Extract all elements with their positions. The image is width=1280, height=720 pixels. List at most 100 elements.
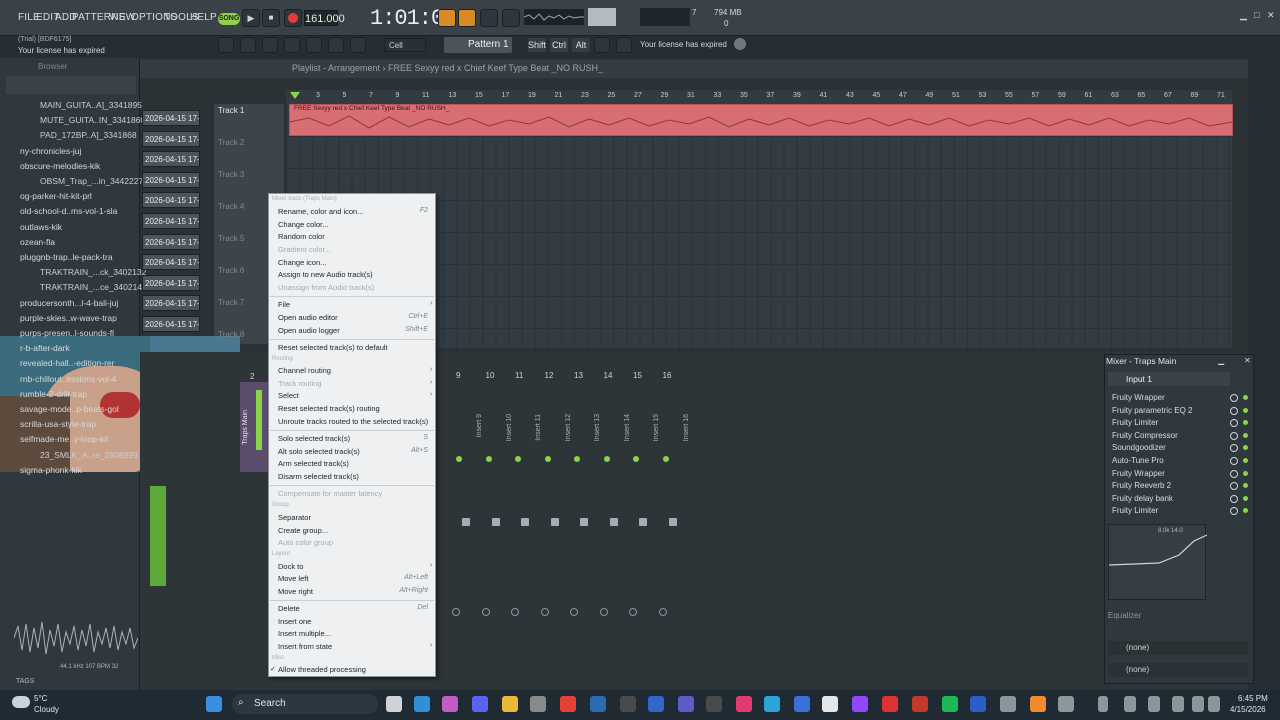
fx-slot[interactable]: Fruity Limiter	[1112, 418, 1158, 427]
master-volume-slider[interactable]	[588, 8, 616, 26]
tempo-tap-icon[interactable]	[594, 37, 610, 53]
recent-file-item[interactable]: 2026-04-15 17-	[142, 192, 200, 209]
task-view-icon[interactable]	[386, 696, 402, 712]
clock-date[interactable]: 4/15/2026	[1230, 705, 1266, 714]
song-mode-toggle[interactable]: SONG	[218, 13, 240, 25]
volume-fader[interactable]	[580, 518, 588, 526]
menu-allow-threaded[interactable]: Allow threaded processing	[278, 665, 366, 674]
menu-arm[interactable]: Arm selected track(s)	[278, 459, 349, 468]
mixer-insert-label[interactable]: Insert 10	[506, 414, 513, 441]
fx-mix-knob[interactable]	[1230, 431, 1238, 440]
tray-app2-icon[interactable]	[1148, 696, 1160, 712]
browser-folder-item[interactable]: ozean-fla	[20, 237, 138, 247]
ctrl-button[interactable]: Ctrl	[550, 38, 568, 52]
tray-app-icon[interactable]	[1124, 696, 1136, 712]
browser-folder-item[interactable]: savage-mode..p-beats-gol	[20, 404, 138, 414]
send-slot-2[interactable]: (none)	[1108, 663, 1248, 677]
menu-alt-solo[interactable]: Alt solo selected track(s)	[278, 447, 360, 456]
menu-insert-one[interactable]: Insert one	[278, 617, 311, 626]
fx-mix-knob[interactable]	[1230, 394, 1238, 402]
recent-file-item[interactable]: 2026-04-15 17-	[142, 274, 200, 291]
app8-icon[interactable]	[970, 696, 986, 712]
twitch-icon[interactable]	[852, 696, 868, 712]
fx-enable-led[interactable]	[1243, 395, 1248, 400]
browser-folder-item[interactable]: revealed-hall..-edition-rer	[20, 358, 138, 368]
recent-file-item[interactable]: 2026-04-15 17-	[142, 171, 200, 188]
play-icon[interactable]: ▶	[242, 9, 260, 27]
fx-slot[interactable]: Fruity parametric EQ 2	[1112, 406, 1192, 415]
menu-change-color[interactable]: Change color...	[278, 220, 328, 229]
recent-file-item[interactable]: 2026-04-15 17-	[142, 130, 200, 147]
track-label[interactable]: Track 8	[218, 330, 244, 339]
track-enable-led[interactable]	[574, 456, 580, 462]
browser-file-item[interactable]: TRAKTRAIN_...ce_3402144	[40, 282, 158, 292]
fx-enable-led[interactable]	[1243, 407, 1248, 413]
info-icon[interactable]	[734, 38, 746, 50]
menu-file[interactable]: File	[278, 300, 290, 309]
recent-file-item[interactable]: 2026-04-15 17-	[142, 151, 200, 168]
fx-minimize-icon[interactable]: ▁	[1218, 356, 1224, 365]
browser-folder-item[interactable]: obscure-melodies-kik	[20, 161, 138, 171]
send-slot-1[interactable]: (none)	[1108, 641, 1248, 655]
browser-folder-item[interactable]: outlaws-kik	[20, 222, 138, 232]
app3-icon[interactable]	[678, 696, 694, 712]
shift-button[interactable]: Shift	[528, 38, 546, 52]
clock-time[interactable]: 6:45 PM	[1238, 694, 1268, 703]
browser-file-item[interactable]: MAIN_GUITA..A]_3341895	[40, 100, 158, 110]
browser-folder-item[interactable]: purps-presen..l-sounds-fl	[20, 328, 138, 338]
explorer-icon[interactable]	[502, 696, 518, 712]
fx-slot[interactable]: Soundgoodizer	[1112, 443, 1166, 452]
fx-enable-led[interactable]	[1243, 470, 1248, 476]
browser-file-item[interactable]: PAD_172BP..A]_3341868	[40, 130, 158, 140]
fx-mix-knob[interactable]	[1230, 469, 1238, 478]
fl-studio-icon[interactable]	[1030, 696, 1046, 712]
recent-file-item[interactable]: 2026-04-15 17-	[142, 213, 200, 229]
fx-enable-led[interactable]	[1243, 495, 1248, 501]
menu-disarm[interactable]: Disarm selected track(s)	[278, 472, 359, 481]
menu-reset-default[interactable]: Reset selected track(s) to default	[278, 343, 388, 352]
pan-knob[interactable]	[511, 608, 519, 616]
menu-create-group[interactable]: Create group...	[278, 526, 328, 535]
menu-reset-routing[interactable]: Reset selected track(s) routing	[278, 404, 380, 413]
spotify-icon[interactable]	[942, 696, 958, 712]
fx-mix-knob[interactable]	[1230, 457, 1238, 465]
track-enable-led[interactable]	[456, 456, 462, 462]
mixer-insert-label[interactable]: Insert 14	[624, 414, 631, 441]
menu-open-audio-editor[interactable]: Open audio editor	[278, 313, 338, 322]
mic-icon[interactable]	[350, 37, 366, 53]
browser-folder-item[interactable]: r-b-after-dark	[20, 343, 138, 353]
track-label[interactable]: Track 7	[218, 298, 244, 307]
maximize-icon[interactable]: □	[1254, 10, 1259, 20]
track-enable-led[interactable]	[485, 456, 492, 462]
fx-mix-knob[interactable]	[1230, 494, 1238, 503]
pan-knob[interactable]	[629, 608, 637, 616]
menu-delete[interactable]: Delete	[278, 604, 300, 613]
menu-solo[interactable]: Solo selected track(s)	[278, 434, 350, 443]
track-label[interactable]: Track 2	[218, 138, 244, 147]
app9-icon[interactable]	[1000, 696, 1016, 712]
tempo-display[interactable]: 161.000	[304, 10, 345, 26]
tiktok-icon[interactable]	[736, 696, 752, 712]
volume-fader[interactable]	[639, 518, 647, 526]
telegram-icon[interactable]	[764, 696, 780, 712]
browser-file-item[interactable]: MUTE_GUITA..IN_3341860	[40, 115, 158, 125]
fx-slot[interactable]: Fruity delay bank	[1112, 494, 1173, 503]
browser-file-item[interactable]: OBSM_Trap_...in_3442227	[40, 176, 158, 186]
snap-select[interactable]: Cell	[384, 38, 426, 52]
mixer-insert-label[interactable]: Insert 13	[594, 414, 601, 441]
volume-fader[interactable]	[491, 518, 500, 526]
pan-knob[interactable]	[599, 608, 608, 616]
recent-file-item[interactable]: 2026-04-15 17-	[142, 254, 200, 271]
browser-folder-item[interactable]: og-parker-hit-kit-prl	[20, 191, 138, 201]
app7-icon[interactable]	[912, 696, 928, 712]
notepad-icon[interactable]	[822, 696, 838, 712]
playlist-icon[interactable]	[218, 37, 234, 53]
fx-slot[interactable]: Auto-Tune Pro	[1112, 456, 1164, 465]
copilot-icon[interactable]	[442, 696, 458, 712]
menu-separator-item[interactable]: Separator	[278, 513, 311, 522]
recent-file-item[interactable]: 2026-04-15 17-	[142, 233, 200, 250]
menu-channel-routing[interactable]: Channel routing	[278, 366, 331, 375]
tray-app3-icon[interactable]	[1172, 696, 1184, 712]
track-enable-led[interactable]	[633, 456, 639, 462]
record-icon[interactable]	[284, 9, 302, 27]
